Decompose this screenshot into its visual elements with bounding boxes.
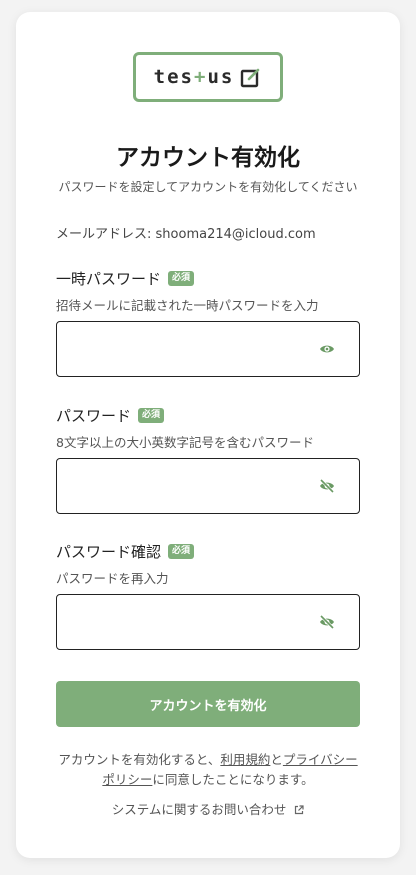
- activate-account-button[interactable]: アカウントを有効化: [56, 681, 360, 727]
- required-badge: 必須: [168, 544, 195, 559]
- required-badge: 必須: [168, 271, 195, 286]
- temp-password-input[interactable]: [57, 322, 307, 376]
- contact-link-label[interactable]: システムに関するお問い合わせ: [112, 802, 287, 817]
- temp-password-help: 招待メールに記載された一時パスワードを入力: [56, 298, 319, 313]
- contact-link[interactable]: システムに関するお問い合わせ: [16, 799, 400, 818]
- eye-off-icon[interactable]: [319, 478, 335, 494]
- activation-card: tes+us アカウント有効化 パスワードを設定してアカウントを有効化してくださ…: [16, 12, 400, 858]
- required-badge: 必須: [138, 408, 165, 423]
- email-label: メールアドレス:: [56, 227, 152, 242]
- terms-text-before: アカウントを有効化すると、: [58, 752, 221, 767]
- password-field: パスワード 必須 8文字以上の大小英数字記号を含むパスワード: [56, 405, 360, 514]
- page-subtitle: パスワードを設定してアカウントを有効化してください: [58, 180, 358, 194]
- password-help: 8文字以上の大小英数字記号を含むパスワード: [56, 435, 314, 450]
- password-confirm-help: パスワードを再入力: [56, 571, 169, 586]
- external-link-icon: [295, 805, 304, 815]
- password-confirm-input-box: [56, 594, 360, 650]
- edit-square-icon: [241, 68, 260, 88]
- terms-notice: アカウントを有効化すると、利用規約とプライバシーポリシーに同意したことになります…: [56, 750, 360, 790]
- password-confirm-label: パスワード確認: [56, 543, 162, 561]
- eye-icon[interactable]: [319, 341, 335, 357]
- password-confirm-input[interactable]: [57, 595, 307, 649]
- password-input[interactable]: [57, 459, 307, 513]
- password-label: パスワード: [56, 407, 132, 425]
- terms-of-service-link[interactable]: 利用規約: [220, 752, 270, 767]
- password-confirm-field: パスワード確認 必須 パスワードを再入力: [56, 541, 360, 650]
- page-title: アカウント有効化: [116, 145, 300, 171]
- logo: tes+us: [133, 52, 283, 102]
- eye-off-icon[interactable]: [319, 614, 335, 630]
- terms-text-after: に同意したことになります。: [152, 772, 314, 787]
- email-display: メールアドレス: shooma214@icloud.com: [56, 223, 316, 242]
- temp-password-label: 一時パスワード: [56, 270, 162, 288]
- password-input-box: [56, 458, 360, 514]
- terms-text-and: と: [270, 752, 283, 767]
- temp-password-field: 一時パスワード 必須 招待メールに記載された一時パスワードを入力: [56, 268, 360, 377]
- logo-text: tes+us: [153, 66, 235, 88]
- email-value: shooma214@icloud.com: [155, 227, 316, 242]
- temp-password-input-box: [56, 321, 360, 377]
